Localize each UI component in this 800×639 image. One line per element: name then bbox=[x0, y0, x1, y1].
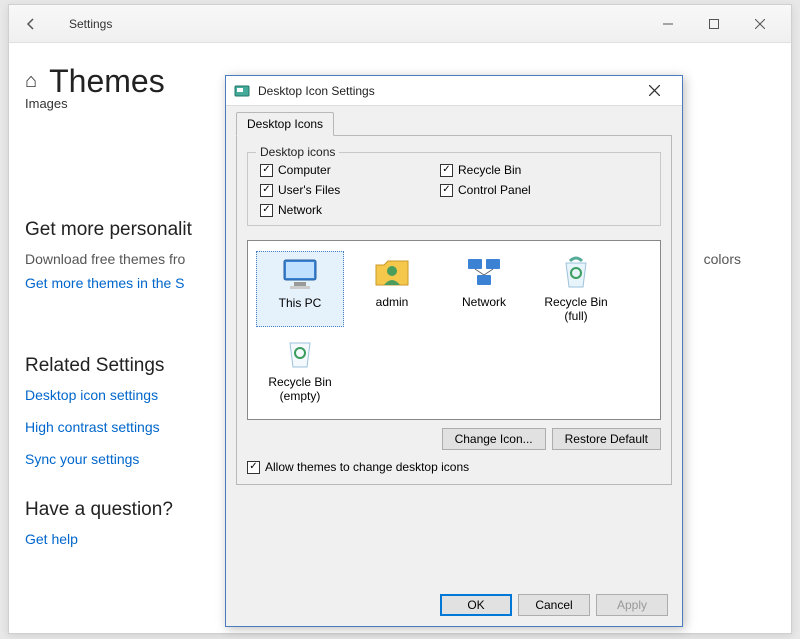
home-icon[interactable]: ⌂ bbox=[25, 70, 37, 93]
icon-network[interactable]: Network bbox=[440, 251, 528, 327]
network-icon bbox=[464, 255, 504, 291]
allow-themes-label: Allow themes to change desktop icons bbox=[265, 460, 469, 474]
dialog-body: Desktop Icons Desktop icons ✓ Computer ✓… bbox=[226, 106, 682, 495]
dialog-title-icon bbox=[234, 83, 250, 99]
dialog-title: Desktop Icon Settings bbox=[258, 84, 375, 98]
dialog-titlebar[interactable]: Desktop Icon Settings bbox=[226, 76, 682, 106]
icon-preview-list[interactable]: This PC admin Network bbox=[247, 240, 661, 420]
tab-row: Desktop Icons bbox=[236, 112, 672, 136]
user-folder-icon bbox=[372, 255, 412, 291]
dialog-close-button[interactable] bbox=[634, 79, 674, 103]
checkbox-network[interactable]: ✓ Network bbox=[260, 203, 440, 217]
icon-label: Network bbox=[442, 295, 526, 309]
back-button[interactable] bbox=[17, 10, 45, 38]
close-button[interactable] bbox=[737, 9, 783, 39]
allow-themes-checkbox[interactable]: ✓ Allow themes to change desktop icons bbox=[247, 460, 661, 474]
check-icon: ✓ bbox=[260, 164, 273, 177]
trailing-colors-text: colors bbox=[704, 251, 741, 299]
check-icon: ✓ bbox=[260, 204, 273, 217]
checkbox-label: Network bbox=[278, 203, 322, 217]
checkbox-grid: ✓ Computer ✓ Recycle Bin ✓ User's Files … bbox=[260, 163, 648, 217]
icon-admin[interactable]: admin bbox=[348, 251, 436, 327]
checkbox-users-files[interactable]: ✓ User's Files bbox=[260, 183, 440, 197]
icon-label: This PC bbox=[259, 296, 341, 310]
check-icon: ✓ bbox=[440, 164, 453, 177]
checkbox-label: User's Files bbox=[278, 183, 340, 197]
restore-default-button[interactable]: Restore Default bbox=[552, 428, 661, 450]
tab-desktop-icons[interactable]: Desktop Icons bbox=[236, 112, 334, 136]
checkbox-label: Recycle Bin bbox=[458, 163, 521, 177]
icon-recycle-bin-full[interactable]: Recycle Bin (full) bbox=[532, 251, 620, 327]
dialog-footer: OK Cancel Apply bbox=[440, 594, 668, 616]
monitor-icon bbox=[280, 256, 320, 292]
settings-titlebar: Settings bbox=[9, 5, 791, 43]
tab-content: Desktop icons ✓ Computer ✓ Recycle Bin ✓… bbox=[236, 136, 672, 485]
checkbox-control-panel[interactable]: ✓ Control Panel bbox=[440, 183, 620, 197]
checkbox-computer[interactable]: ✓ Computer bbox=[260, 163, 440, 177]
apply-button[interactable]: Apply bbox=[596, 594, 668, 616]
checkbox-label: Control Panel bbox=[458, 183, 531, 197]
groupbox-title: Desktop icons bbox=[256, 145, 339, 159]
personality-body: Download free themes fro bbox=[25, 251, 185, 267]
icon-label: Recycle Bin (full) bbox=[534, 295, 618, 323]
icon-this-pc[interactable]: This PC bbox=[256, 251, 344, 327]
recycle-bin-full-icon bbox=[556, 255, 596, 291]
icon-button-row: Change Icon... Restore Default bbox=[247, 428, 661, 450]
check-icon: ✓ bbox=[260, 184, 273, 197]
desktop-icon-settings-dialog: Desktop Icon Settings Desktop Icons Desk… bbox=[225, 75, 683, 627]
checkbox-recycle-bin[interactable]: ✓ Recycle Bin bbox=[440, 163, 620, 177]
change-icon-button[interactable]: Change Icon... bbox=[442, 428, 546, 450]
checkbox-label: Computer bbox=[278, 163, 331, 177]
icon-recycle-bin-empty[interactable]: Recycle Bin (empty) bbox=[256, 331, 344, 407]
page-title: Themes bbox=[49, 63, 165, 100]
check-icon: ✓ bbox=[247, 461, 260, 474]
check-icon: ✓ bbox=[440, 184, 453, 197]
icon-label: admin bbox=[350, 295, 434, 309]
get-more-themes-link[interactable]: Get more themes in the S bbox=[25, 275, 185, 291]
icon-label: Recycle Bin (empty) bbox=[258, 375, 342, 403]
window-title: Settings bbox=[69, 17, 112, 31]
window-controls bbox=[645, 9, 783, 39]
cancel-button[interactable]: Cancel bbox=[518, 594, 590, 616]
minimize-button[interactable] bbox=[645, 9, 691, 39]
ok-button[interactable]: OK bbox=[440, 594, 512, 616]
desktop-icons-groupbox: Desktop icons ✓ Computer ✓ Recycle Bin ✓… bbox=[247, 152, 661, 226]
maximize-button[interactable] bbox=[691, 9, 737, 39]
recycle-bin-empty-icon bbox=[280, 335, 320, 371]
